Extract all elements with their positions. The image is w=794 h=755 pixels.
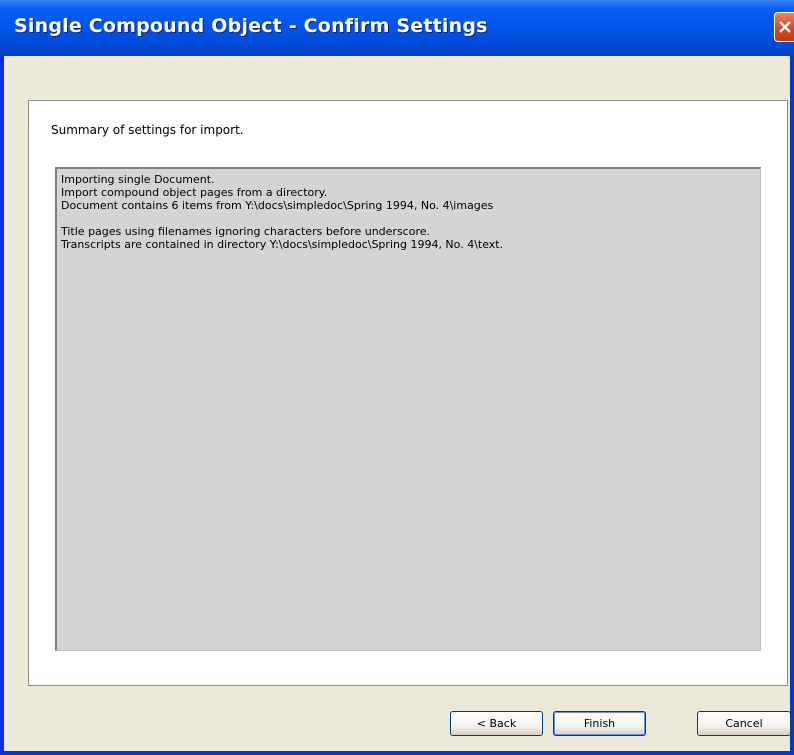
dialog-window: Single Compound Object - Confirm Setting…	[0, 0, 794, 755]
summary-line: Importing single Document.	[61, 173, 215, 186]
summary-line: Document contains 6 items from Y:\docs\s…	[61, 199, 494, 212]
back-button[interactable]: < Back	[450, 711, 543, 736]
summary-textbox[interactable]: Importing single Document. Import compou…	[55, 167, 761, 651]
finish-button[interactable]: Finish	[553, 711, 646, 736]
summary-blank-line	[61, 212, 760, 225]
summary-line: Title pages using filenames ignoring cha…	[61, 225, 430, 238]
summary-label: Summary of settings for import.	[51, 123, 244, 137]
close-button[interactable]	[774, 12, 794, 42]
content-panel: Summary of settings for import. Importin…	[28, 100, 788, 686]
summary-line: Import compound object pages from a dire…	[61, 186, 328, 199]
cancel-button[interactable]: Cancel	[697, 711, 791, 736]
summary-line: Transcripts are contained in directory Y…	[61, 238, 504, 251]
close-icon	[779, 21, 791, 33]
title-bar[interactable]: Single Compound Object - Confirm Setting…	[0, 0, 794, 56]
window-title: Single Compound Object - Confirm Setting…	[14, 15, 488, 37]
